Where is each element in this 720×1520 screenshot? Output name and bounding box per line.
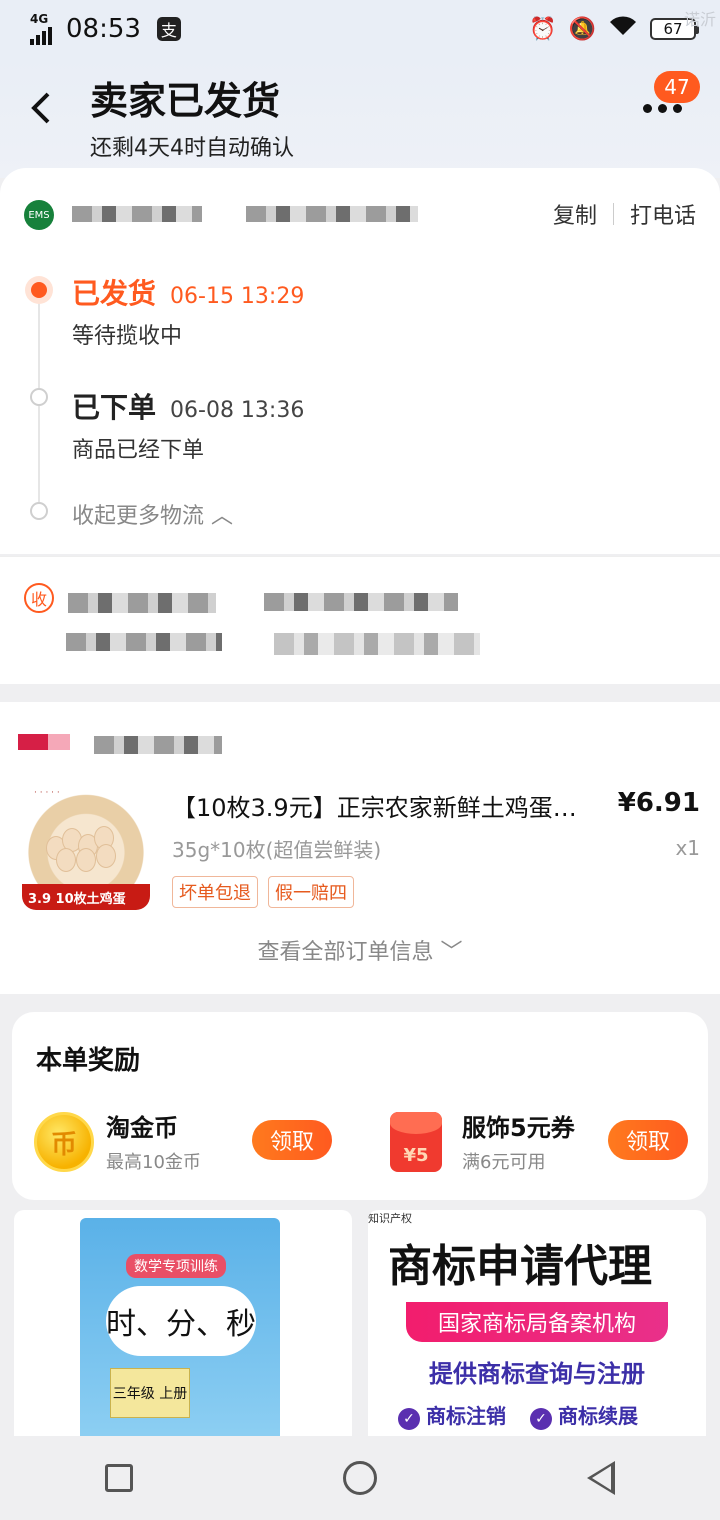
event-status: 已下单 06-08 13:36 <box>72 391 305 424</box>
logistics-actions: 复制 打电话 <box>553 198 696 230</box>
mute-icon: 🔕 <box>568 16 596 42</box>
wifi-icon <box>608 15 638 43</box>
back-triangle-icon[interactable] <box>587 1461 615 1495</box>
reward-item: 币 淘金币 最高10金币 领取 <box>34 1108 364 1178</box>
network-type: 4G <box>30 12 49 26</box>
product-image[interactable]: · · · · · 3.9 10枚土鸡蛋 <box>22 782 150 910</box>
event-desc: 等待揽收中 <box>72 324 183 349</box>
receiver-icon: 收 <box>24 583 54 613</box>
china-post-logo-icon: EMS <box>24 200 54 230</box>
shop-logo <box>18 734 70 750</box>
order-card: · · · · · 3.9 10枚土鸡蛋 【10枚3.9元】正宗农家新鲜土鸡蛋…… <box>0 702 720 994</box>
product-quantity: x1 <box>675 836 700 860</box>
rewards-title: 本单奖励 <box>36 1046 141 1076</box>
event-desc: 商品已经下单 <box>72 438 205 463</box>
claim-button[interactable]: 领取 <box>252 1120 332 1160</box>
recent-apps-icon[interactable] <box>105 1464 133 1492</box>
ad-features: ✓ 商标注销 ✓ 商标续展 <box>398 1400 638 1430</box>
product-image-caption: · · · · · <box>34 788 60 798</box>
view-all-order-info-link[interactable]: 查看全部订单信息 ﹀ <box>0 934 720 966</box>
auto-confirm-countdown: 还剩4天4时自动确认 <box>90 136 294 161</box>
reward-item: ¥5 服饰5元券 满6元可用 领取 <box>390 1108 720 1178</box>
back-arrow-icon[interactable] <box>28 90 56 130</box>
event-time: 06-08 13:36 <box>170 398 305 423</box>
logistics-card: EMS 复制 打电话 已发货 06-15 13:29 等待揽收中 已下单 06-08… <box>0 168 720 554</box>
ad-banner: 国家商标局备案机构 <box>406 1302 668 1342</box>
redacted-address-line <box>66 633 222 651</box>
check-icon: ✓ <box>398 1408 420 1430</box>
book-cover-image: 数学专项训练 时、分、秒 三年级 上册 <box>80 1218 280 1436</box>
system-navigation-bar <box>0 1436 720 1520</box>
order-rewards-card: 本单奖励 币 淘金币 最高10金币 领取 ¥5 服饰5元券 满6元可用 领取 <box>12 1012 708 1200</box>
timeline-dot-active <box>25 276 53 304</box>
book-title: 时、分、秒 <box>106 1286 256 1356</box>
message-count-badge: 47 <box>654 71 700 103</box>
divider <box>612 203 614 225</box>
ad-source-label: 知识产权 <box>368 1212 412 1225</box>
service-tag: 坏单包退 <box>172 876 258 908</box>
product-price: ¥6.91 <box>617 788 700 818</box>
book-grade: 三年级 上册 <box>110 1368 190 1418</box>
ad-headline: 商标申请代理 <box>388 1241 652 1292</box>
collapse-logistics-link[interactable]: 收起更多物流 ︿ <box>72 498 233 530</box>
service-tag: 假一赔四 <box>268 876 354 908</box>
ad-line: 提供商标查询与注册 <box>429 1360 645 1388</box>
redacted-shop-name <box>94 736 222 754</box>
page-header: 卖家已发货 还剩4天4时自动确认 47 <box>0 58 720 178</box>
page-title: 卖家已发货 <box>90 79 281 123</box>
redacted-tracking-number <box>246 206 418 222</box>
chevron-down-icon: ﹀ <box>433 940 463 965</box>
reward-name: 服饰5元券 <box>462 1114 575 1142</box>
coin-icon: 币 <box>34 1112 94 1172</box>
claim-button[interactable]: 领取 <box>608 1120 688 1160</box>
check-icon: ✓ <box>530 1408 552 1430</box>
recommend-card[interactable]: 数学专项训练 时、分、秒 三年级 上册 <box>14 1210 352 1436</box>
product-promo-banner: 3.9 10枚土鸡蛋 <box>22 884 150 910</box>
recommend-card[interactable]: 知识产权 商标申请代理 国家商标局备案机构 提供商标查询与注册 ✓ 商标注销 ✓ 商… <box>368 1210 706 1436</box>
signal-icon <box>30 25 52 45</box>
redacted-tracking-info <box>72 206 202 222</box>
product-spec: 35g*10枚(超值尝鲜装) <box>172 838 382 862</box>
alipay-icon: 支 <box>156 17 181 41</box>
copy-button[interactable]: 复制 <box>553 198 597 230</box>
service-tags: 坏单包退 假一赔四 <box>172 876 354 908</box>
alarm-icon: ⏰ <box>529 16 557 42</box>
status-bar: 4G 08:53 支 ⏰ 🔕 67 诺沂 <box>0 0 720 58</box>
clock: 08:53 <box>66 14 141 44</box>
event-status: 已发货 06-15 13:29 <box>72 277 305 310</box>
call-button[interactable]: 打电话 <box>630 198 696 230</box>
red-packet-icon: ¥5 <box>390 1112 442 1172</box>
product-title[interactable]: 【10枚3.9元】正宗农家新鲜土鸡蛋… <box>172 788 632 823</box>
redacted-receiver-name <box>68 593 216 613</box>
reward-name: 淘金币 <box>106 1114 178 1142</box>
redacted-address-line <box>274 633 480 655</box>
reward-subtitle: 最高10金币 <box>106 1152 201 1173</box>
receiver-address[interactable]: 收 <box>0 556 720 684</box>
watermark: 诺沂 <box>683 10 716 29</box>
home-icon[interactable] <box>343 1461 377 1495</box>
timeline-dot <box>30 388 48 406</box>
book-series-label: 数学专项训练 <box>126 1254 226 1278</box>
more-menu-icon[interactable] <box>643 104 682 113</box>
redacted-receiver-phone <box>264 593 458 611</box>
timeline-dot <box>30 502 48 520</box>
reward-subtitle: 满6元可用 <box>462 1152 546 1173</box>
event-time: 06-15 13:29 <box>170 284 305 309</box>
chevron-up-icon: ︿ <box>204 504 234 529</box>
